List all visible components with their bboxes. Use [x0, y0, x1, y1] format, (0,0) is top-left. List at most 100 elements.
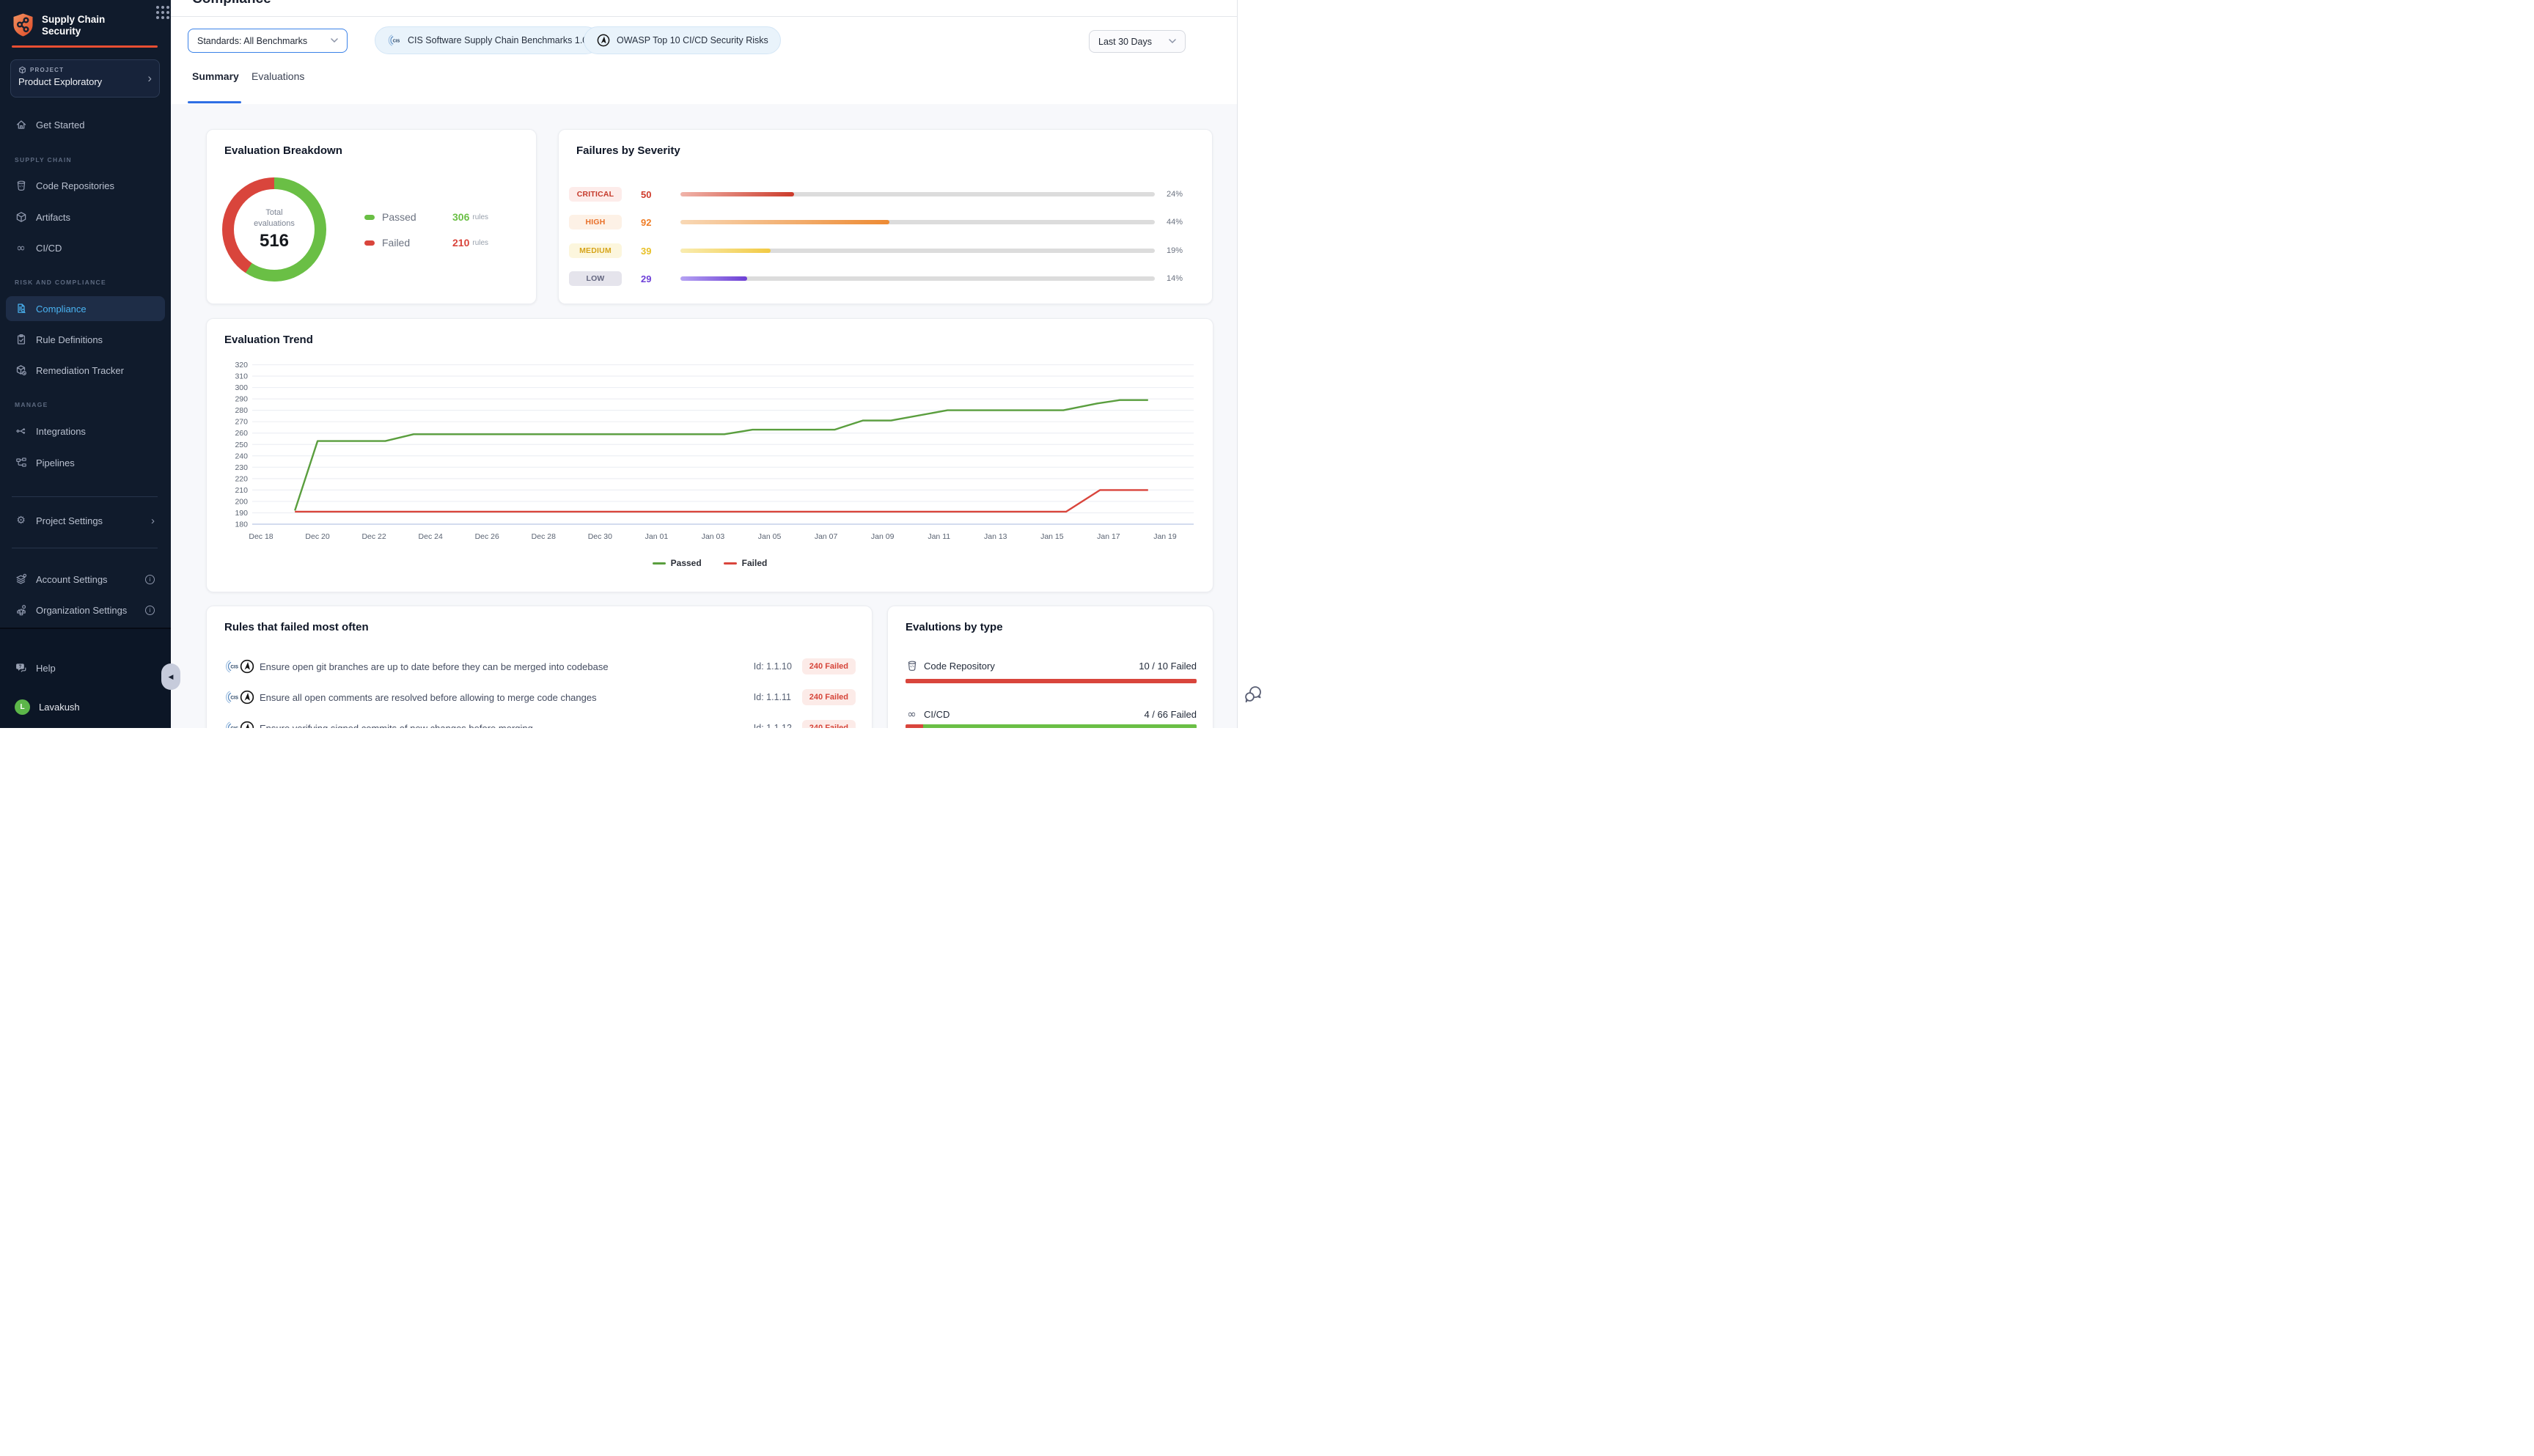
svg-text:240: 240 — [235, 452, 248, 460]
sidebar-item-rule-definitions[interactable]: Rule Definitions — [6, 327, 165, 352]
sidebar-item-label: Account Settings — [36, 574, 108, 585]
svg-text:Dec 28: Dec 28 — [532, 532, 556, 541]
svg-text:200: 200 — [235, 497, 248, 506]
brand-accent-rule — [12, 45, 158, 48]
rule-source-icons: CIS — [224, 689, 260, 705]
card-title: Evalutions by type — [906, 621, 1003, 633]
svg-text:Jan 07: Jan 07 — [815, 532, 838, 541]
svg-text:?: ? — [18, 665, 21, 669]
user-name: Lavakush — [39, 702, 80, 713]
app-switcher-grid-icon[interactable] — [156, 6, 169, 19]
cis-logo-icon: CIS — [387, 33, 402, 48]
cube-icon — [18, 66, 26, 74]
severity-percent: 24% — [1167, 190, 1203, 199]
sidebar-item-label: Organization Settings — [36, 605, 127, 616]
card-title: Failures by Severity — [576, 144, 680, 157]
avatar: L — [15, 699, 30, 715]
failures-by-severity-card: Failures by Severity CRITICAL 50 24% HIG… — [558, 129, 1213, 304]
benchmark-chip-cis[interactable]: CIS CIS Software Supply Chain Benchmarks… — [375, 26, 600, 54]
app-title: Supply Chain Security — [42, 12, 105, 37]
sidebar-item-label: Code Repositories — [36, 180, 114, 191]
standards-filter-dropdown[interactable]: Standards: All Benchmarks — [188, 29, 348, 53]
rule-text: Ensure verifying signed commits of new c… — [260, 723, 754, 729]
trend-legend: Passed Failed — [207, 558, 1213, 568]
svg-text:300: 300 — [235, 383, 248, 392]
card-title: Rules that failed most often — [224, 621, 369, 633]
help-chat-icon: ? — [15, 662, 27, 674]
sidebar-item-artifacts[interactable]: Artifacts — [6, 205, 165, 229]
sidebar-item-account-settings[interactable]: Account Settings i — [6, 567, 165, 592]
severity-bar — [680, 276, 1155, 281]
box-wrench-icon — [15, 364, 27, 377]
svg-text:Dec 22: Dec 22 — [361, 532, 386, 541]
failed-count: 210 — [452, 237, 469, 249]
svg-text:Jan 13: Jan 13 — [984, 532, 1007, 541]
gear-icon: ⚙ — [15, 515, 27, 527]
card-title: Evaluation Breakdown — [224, 144, 342, 157]
svg-text:220: 220 — [235, 474, 248, 483]
cis-logo-icon: CIS — [224, 689, 240, 705]
rule-row[interactable]: CIS Ensure all open comments are resolve… — [224, 688, 856, 707]
benchmark-chip-owasp[interactable]: OWASP Top 10 CI/CD Security Risks — [584, 26, 781, 54]
severity-bar — [680, 249, 1155, 253]
severity-bar — [680, 192, 1155, 196]
svg-text:Jan 11: Jan 11 — [928, 532, 950, 541]
tab-summary[interactable]: Summary — [192, 70, 239, 82]
tab-evaluations[interactable]: Evaluations — [251, 70, 304, 82]
svg-text:CIS: CIS — [230, 665, 238, 670]
sidebar-item-label: Artifacts — [36, 212, 70, 223]
type-bar-code-repository — [906, 679, 1197, 683]
severity-count: 39 — [632, 246, 670, 257]
date-range-dropdown[interactable]: Last 30 Days — [1089, 30, 1186, 53]
sidebar-user[interactable]: L Lavakush — [6, 694, 165, 719]
info-icon[interactable]: i — [145, 575, 155, 584]
sidebar-section-supply-chain: SUPPLY CHAIN — [15, 156, 72, 163]
svg-text:230: 230 — [235, 463, 248, 472]
sidebar-bottom-panel: ? Help L Lavakush — [0, 628, 171, 728]
severity-row-high: HIGH 92 44% — [569, 214, 1203, 230]
pipeline-icon — [15, 457, 27, 469]
sidebar-item-compliance[interactable]: Compliance — [6, 296, 165, 321]
rules-failed-card: Rules that failed most often CIS Ensure … — [206, 606, 873, 728]
sidebar-item-help[interactable]: ? Help — [6, 655, 165, 680]
info-icon[interactable]: i — [145, 606, 155, 615]
svg-text:Jan 19: Jan 19 — [1153, 532, 1177, 541]
infinity-icon: ∞ — [15, 242, 27, 254]
chat-widget-icon[interactable] — [1243, 684, 1263, 705]
layers-gear-icon — [15, 573, 27, 586]
sidebar-item-label: CI/CD — [36, 243, 62, 254]
sidebar-divider — [12, 496, 158, 497]
infinity-icon: ∞ — [906, 708, 918, 721]
rule-failed-badge: 240 Failed — [802, 689, 856, 705]
sidebar-item-get-started[interactable]: Get Started — [6, 112, 165, 137]
active-tab-indicator — [188, 101, 241, 103]
sidebar-item-label: Get Started — [36, 120, 84, 130]
passed-label: Passed — [382, 211, 427, 223]
sidebar-item-project-settings[interactable]: ⚙ Project Settings › — [6, 508, 165, 533]
project-selector[interactable]: PROJECT Product Exploratory › — [10, 59, 160, 98]
org-gear-icon — [15, 604, 27, 617]
sidebar-item-organization-settings[interactable]: Organization Settings i — [6, 598, 165, 622]
sidebar-collapse-handle[interactable]: ◀ — [161, 663, 180, 690]
benchmark-chip-label: CIS Software Supply Chain Benchmarks 1.0 — [408, 35, 587, 45]
severity-badge: MEDIUM — [569, 243, 622, 258]
sidebar-item-pipelines[interactable]: Pipelines — [6, 450, 165, 475]
trend-legend-failed: Failed — [724, 558, 768, 568]
type-label: Code Repository — [924, 661, 995, 672]
sidebar-item-cicd[interactable]: ∞ CI/CD — [6, 235, 165, 260]
rule-row[interactable]: CIS Ensure verifying signed commits of n… — [224, 718, 856, 728]
app-logo: Supply Chain Security — [12, 12, 158, 37]
evaluation-breakdown-card: Evaluation Breakdown Total evaluations 5… — [206, 129, 537, 304]
passed-marker — [364, 215, 375, 220]
type-status: 10 / 10 Failed — [1139, 661, 1197, 672]
severity-badge: HIGH — [569, 215, 622, 229]
type-row-code-repository: </> Code Repository 10 / 10 Failed — [906, 659, 1197, 672]
passed-count: 306 — [452, 211, 469, 223]
type-row-cicd: ∞ CI/CD 4 / 66 Failed — [906, 707, 1197, 721]
sidebar-item-integrations[interactable]: Integrations — [6, 419, 165, 444]
sidebar-item-remediation-tracker[interactable]: Remediation Tracker — [6, 358, 165, 383]
sidebar-item-code-repositories[interactable]: </> Code Repositories — [6, 173, 165, 198]
rule-row[interactable]: CIS Ensure open git branches are up to d… — [224, 657, 856, 676]
svg-text:280: 280 — [235, 406, 248, 415]
rule-source-icons: CIS — [224, 720, 260, 728]
